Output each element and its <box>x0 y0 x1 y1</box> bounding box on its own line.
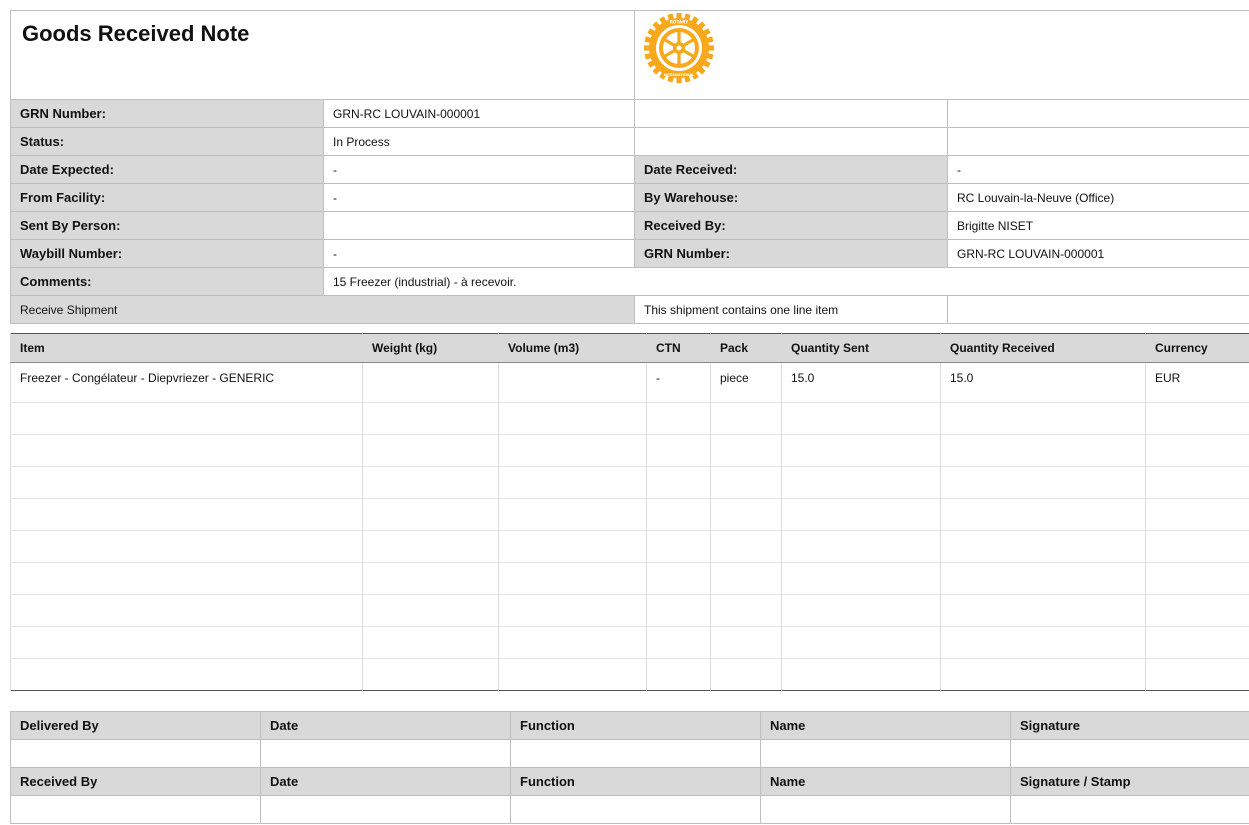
received-by-value: Brigitte NISET <box>947 211 1249 240</box>
empty-table-row <box>10 626 1249 659</box>
date-received-value: - <box>947 155 1249 184</box>
sent-by-person-value <box>322 211 636 240</box>
weight-cell <box>362 362 499 403</box>
delivered-date-label: Date <box>260 711 511 740</box>
delivered-name-field[interactable] <box>760 739 1011 768</box>
received-by-label: Received By: <box>634 211 949 240</box>
rotary-wheel-logo-icon: ROTARY INTERNATIONAL <box>644 13 715 83</box>
comments-value: 15 Freezer (industrial) - à recevoir. <box>322 267 1249 296</box>
received-date-field[interactable] <box>260 795 511 824</box>
empty-table-row <box>10 498 1249 531</box>
empty-table-row <box>10 434 1249 467</box>
empty-table-row <box>10 466 1249 499</box>
column-header-volume: Volume (m3) <box>498 333 647 363</box>
sent-by-person-label: Sent By Person: <box>10 211 324 240</box>
received-by-field[interactable] <box>10 795 261 824</box>
volume-cell <box>498 362 647 403</box>
currency-cell: EUR <box>1145 362 1249 403</box>
items-table: Item Weight (kg) Volume (m3) CTN Pack Qu… <box>10 333 1249 691</box>
comments-label: Comments: <box>10 267 324 296</box>
grn-number-label: GRN Number: <box>10 99 324 128</box>
grn-number-value: GRN-RC LOUVAIN-000001 <box>322 99 636 128</box>
empty-table-row <box>10 562 1249 595</box>
by-warehouse-label: By Warehouse: <box>634 183 949 212</box>
from-facility-value: - <box>322 183 636 212</box>
received-signature-stamp-field[interactable] <box>1010 795 1249 824</box>
table-row: Freezer - Congélateur - Diepvriezer - GE… <box>10 362 1249 403</box>
column-header-ctn: CTN <box>646 333 711 363</box>
date-received-label: Date Received: <box>634 155 949 184</box>
column-header-currency: Currency <box>1145 333 1249 363</box>
delivered-by-fill-row <box>10 739 1249 768</box>
column-header-item: Item <box>10 333 363 363</box>
quantity-sent-cell: 15.0 <box>781 362 941 403</box>
empty-cell <box>634 99 949 128</box>
status-value: In Process <box>322 127 636 156</box>
waybill-number-label: Waybill Number: <box>10 239 324 268</box>
document-title: Goods Received Note <box>9 10 636 100</box>
shipment-note: This shipment contains one line item <box>634 295 949 324</box>
grn-number-secondary-value: GRN-RC LOUVAIN-000001 <box>947 239 1249 268</box>
from-facility-label: From Facility: <box>10 183 324 212</box>
received-by-sign-label: Received By <box>10 767 261 796</box>
received-signature-stamp-label: Signature / Stamp <box>1010 767 1249 796</box>
grn-number-secondary-label: GRN Number: <box>634 239 949 268</box>
grn-info-table: Goods Received Note ROTARY INTERNATIONAL… <box>9 10 1249 324</box>
signature-table: Delivered By Date Function Name Signatur… <box>10 711 1249 824</box>
delivered-by-label: Delivered By <box>10 711 261 740</box>
received-by-header-row: Received By Date Function Name Signature… <box>10 767 1249 796</box>
column-header-weight: Weight (kg) <box>362 333 499 363</box>
svg-text:INTERNATIONAL: INTERNATIONAL <box>664 73 695 77</box>
items-header-row: Item Weight (kg) Volume (m3) CTN Pack Qu… <box>10 333 1249 363</box>
empty-table-row <box>10 530 1249 563</box>
item-cell: Freezer - Congélateur - Diepvriezer - GE… <box>10 362 363 403</box>
received-name-label: Name <box>760 767 1011 796</box>
received-function-field[interactable] <box>510 795 761 824</box>
waybill-number-value: - <box>322 239 636 268</box>
column-header-quantity-sent: Quantity Sent <box>781 333 941 363</box>
receive-shipment-label: Receive Shipment <box>9 295 636 324</box>
status-label: Status: <box>10 127 324 156</box>
date-expected-value: - <box>322 155 636 184</box>
empty-table-row <box>10 658 1249 691</box>
delivered-date-field[interactable] <box>260 739 511 768</box>
received-date-label: Date <box>260 767 511 796</box>
delivered-function-field[interactable] <box>510 739 761 768</box>
empty-cell <box>947 295 1249 324</box>
empty-table-row <box>10 594 1249 627</box>
quantity-received-cell: 15.0 <box>940 362 1146 403</box>
by-warehouse-value: RC Louvain-la-Neuve (Office) <box>947 183 1249 212</box>
delivered-by-field[interactable] <box>10 739 261 768</box>
delivered-name-label: Name <box>760 711 1011 740</box>
logo-ring-text: ROTARY <box>670 20 690 25</box>
pack-cell: piece <box>710 362 782 403</box>
empty-cell <box>634 127 949 156</box>
empty-cell <box>947 99 1249 128</box>
received-name-field[interactable] <box>760 795 1011 824</box>
empty-cell <box>947 127 1249 156</box>
received-function-label: Function <box>510 767 761 796</box>
ctn-cell: - <box>646 362 711 403</box>
delivered-by-header-row: Delivered By Date Function Name Signatur… <box>10 711 1249 740</box>
logo-cell: ROTARY INTERNATIONAL <box>634 10 1249 100</box>
column-header-quantity-received: Quantity Received <box>940 333 1146 363</box>
column-header-pack: Pack <box>710 333 782 363</box>
delivered-signature-field[interactable] <box>1010 739 1249 768</box>
delivered-function-label: Function <box>510 711 761 740</box>
delivered-signature-label: Signature <box>1010 711 1249 740</box>
date-expected-label: Date Expected: <box>10 155 324 184</box>
received-by-fill-row <box>10 795 1249 824</box>
empty-table-row <box>10 402 1249 435</box>
